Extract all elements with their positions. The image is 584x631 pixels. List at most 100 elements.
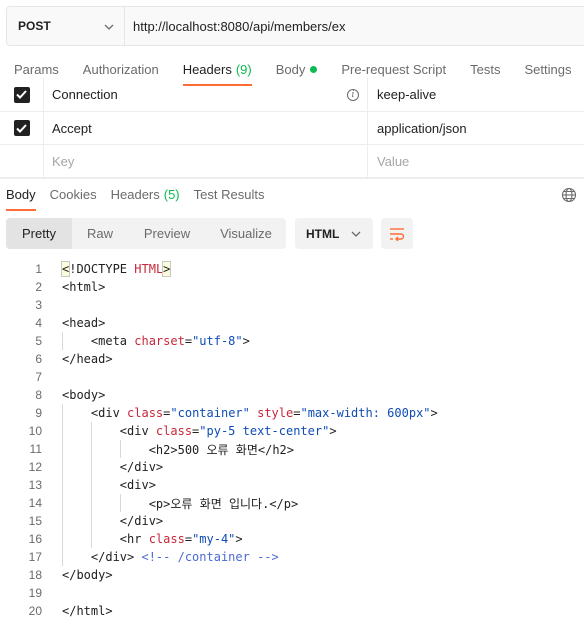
url-input[interactable]: http://localhost:8080/api/members/ex <box>125 7 584 45</box>
tab-test-results[interactable]: Test Results <box>194 179 265 211</box>
tab-label: Tests <box>470 61 501 77</box>
tab-label: Pre-request Script <box>341 61 447 77</box>
globe-icon[interactable] <box>561 187 577 203</box>
view-mode-group: Pretty Raw Preview Visualize <box>6 218 286 249</box>
line-number: 9 <box>35 406 42 420</box>
header-value-cell[interactable]: application/json <box>368 112 584 144</box>
line-number: 13 <box>28 478 42 492</box>
format-label: HTML <box>306 226 340 241</box>
table-row-new: Key Value <box>0 145 584 178</box>
new-key-input[interactable]: Key <box>44 145 368 177</box>
code-text: <head> <box>62 316 106 330</box>
response-tabs: Body Cookies Headers (5) Test Results <box>0 178 584 211</box>
code-text: <body> <box>62 388 106 402</box>
chevron-down-icon <box>351 231 361 237</box>
code-text: <h2>500 오류 화면</h2> <box>62 442 295 457</box>
header-enabled-checkbox[interactable] <box>13 86 30 103</box>
line-number: 5 <box>35 334 42 348</box>
code-line: 2 <html> <box>0 278 584 296</box>
code-text: <meta charset="utf-8"> <box>62 334 250 348</box>
line-number: 7 <box>35 370 42 384</box>
code-line: 4 <head> <box>0 314 584 332</box>
code-line: 16 <hr class="my-4"> <box>0 530 584 548</box>
key-placeholder: Key <box>52 153 75 169</box>
tab-label: Cookies <box>49 187 97 202</box>
header-value: application/json <box>377 120 467 136</box>
line-number: 12 <box>28 460 42 474</box>
tab-label: Authorization <box>82 61 159 77</box>
line-number: 1 <box>35 262 42 276</box>
code-text: <div class="py-5 text-center"> <box>62 424 337 438</box>
status-dot-icon <box>310 65 318 73</box>
tab-label: Headers <box>110 187 160 202</box>
code-line: 20 </html> <box>0 602 584 620</box>
wrap-lines-icon <box>390 227 405 241</box>
method-label: POST <box>18 19 51 33</box>
view-raw-button[interactable]: Raw <box>72 218 128 249</box>
response-headers-count: (5) <box>163 187 180 202</box>
code-text: </body> <box>62 568 113 582</box>
header-key: Accept <box>52 120 92 136</box>
tab-response-headers[interactable]: Headers (5) <box>111 179 180 211</box>
code-text: </div> <box>62 460 164 474</box>
code-text: </div> <box>62 514 164 528</box>
line-number: 10 <box>28 424 42 438</box>
header-key: Connection <box>52 87 118 102</box>
line-number: 15 <box>28 514 42 528</box>
line-number: 4 <box>35 316 42 330</box>
header-value-cell[interactable]: keep-alive <box>368 78 584 111</box>
line-number: 6 <box>35 352 42 366</box>
view-preview-button[interactable]: Preview <box>128 218 206 249</box>
code-line: 14 <p>오류 화면 입니다.</p> <box>0 494 584 512</box>
table-row: Accept application/json <box>0 112 584 145</box>
code-line: 10 <div class="py-5 text-center"> <box>0 422 584 440</box>
line-number: 14 <box>28 496 42 510</box>
header-enabled-checkbox[interactable] <box>13 120 30 136</box>
code-line: 9 <div class="container" style="max-widt… <box>0 404 584 422</box>
header-key-cell[interactable]: Accept <box>44 112 368 144</box>
row-check-cell <box>0 145 44 177</box>
response-code-view[interactable]: 1 <!DOCTYPE HTML> 2 <html> 3 4 <head> 5 <me… <box>0 260 584 620</box>
line-number: 3 <box>35 298 42 312</box>
header-value: keep-alive <box>377 87 437 102</box>
wrap-lines-button[interactable] <box>381 218 413 249</box>
line-number: 11 <box>29 442 42 456</box>
format-select[interactable]: HTML <box>295 218 373 249</box>
tab-label: Body <box>6 187 36 202</box>
code-line: 12 </div> <box>0 458 584 476</box>
code-line: 15 </div> <box>0 512 584 530</box>
tab-label: Params <box>14 61 59 77</box>
url-text: http://localhost:8080/api/members/ex <box>133 18 346 34</box>
chevron-down-icon <box>104 19 114 33</box>
tab-cookies[interactable]: Cookies <box>50 179 97 211</box>
code-line: 17 </div> <!-- /container --> <box>0 548 584 566</box>
new-value-input[interactable]: Value <box>368 145 584 177</box>
view-pretty-button[interactable]: Pretty <box>6 218 72 249</box>
code-text: </head> <box>62 352 113 366</box>
code-text: <div> <box>62 478 156 492</box>
code-text: </html> <box>62 604 113 618</box>
header-key-cell[interactable]: Connection i <box>44 78 368 111</box>
code-line: 13 <div> <box>0 476 584 494</box>
code-line: 18 </body> <box>0 566 584 584</box>
code-line: 7 <box>0 368 584 386</box>
code-text: <hr class="my-4"> <box>62 532 243 546</box>
tab-label: Headers <box>182 61 232 77</box>
info-icon[interactable]: i <box>347 88 359 101</box>
headers-count: (9) <box>235 61 252 77</box>
code-text: <!DOCTYPE HTML> <box>60 261 172 277</box>
tab-response-body[interactable]: Body <box>6 179 36 211</box>
row-check-cell <box>0 112 44 144</box>
value-placeholder: Value <box>377 153 410 169</box>
code-text: <html> <box>62 280 106 294</box>
code-line: 11 <h2>500 오류 화면</h2> <box>0 440 584 458</box>
method-select[interactable]: POST <box>7 7 125 45</box>
code-line: 8 <body> <box>0 386 584 404</box>
code-line: 6 </head> <box>0 350 584 368</box>
code-line: 19 <box>0 584 584 602</box>
table-row: Connection i keep-alive <box>0 78 584 112</box>
code-text: </div> <!-- /container --> <box>62 550 279 564</box>
view-visualize-button[interactable]: Visualize <box>206 218 286 249</box>
line-number: 19 <box>28 586 42 600</box>
line-number: 16 <box>28 532 42 546</box>
